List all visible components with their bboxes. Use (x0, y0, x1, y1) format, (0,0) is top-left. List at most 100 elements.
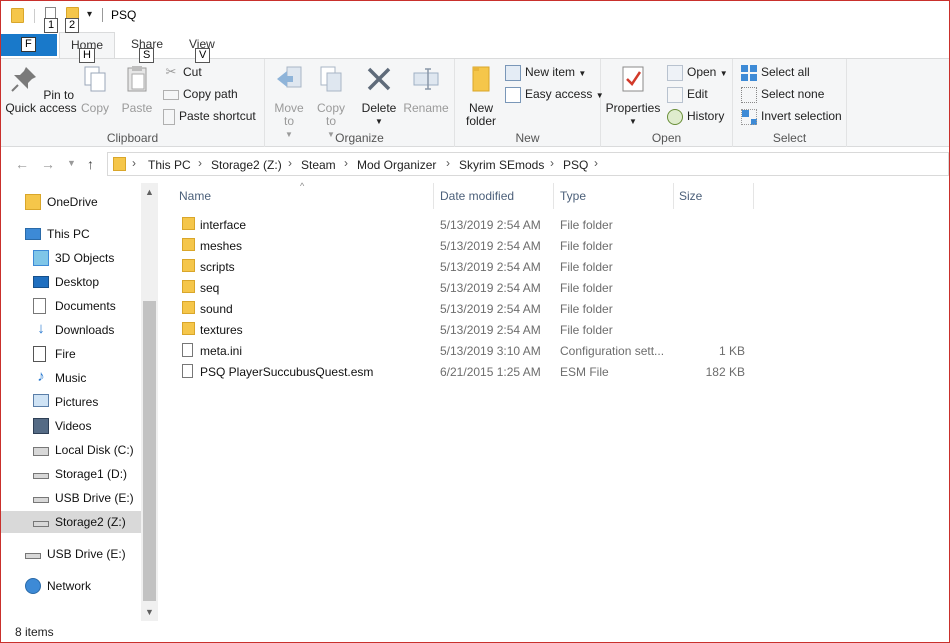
sort-up-icon: ^ (300, 181, 305, 191)
open-button[interactable]: Open ▼ (667, 65, 728, 81)
cut-label: Cut (183, 65, 202, 80)
videos-icon (33, 418, 49, 434)
table-row[interactable]: interface 5/13/2019 2:54 AM File folder (161, 214, 761, 235)
crumb-psq[interactable]: PSQ (563, 158, 588, 172)
chevron-down-icon: ▼ (629, 117, 637, 126)
open-label: Open (687, 65, 717, 80)
cell-date: 5/13/2019 2:54 AM (440, 260, 541, 274)
nav-item[interactable]: Storage2 (Z:) (1, 511, 141, 533)
chevron-down-icon[interactable]: ▼ (67, 158, 76, 168)
edit-button[interactable]: Edit (667, 87, 708, 103)
table-row[interactable]: PSQ PlayerSuccubusQuest.esm 6/21/2015 1:2… (161, 361, 761, 382)
folder-icon (182, 301, 195, 314)
fire-icon (33, 346, 46, 362)
up-arrow-icon[interactable]: ↑ (87, 156, 94, 172)
open-group-label: Open (651, 131, 682, 145)
cut-button[interactable]: ✂ Cut (163, 65, 202, 81)
copy-to-button[interactable]: Copy to ▼ (313, 63, 349, 141)
back-arrow-icon[interactable]: ← (15, 156, 29, 172)
crumb-steam[interactable]: Steam (301, 158, 336, 172)
divider (102, 8, 103, 22)
column-divider[interactable] (673, 183, 674, 209)
nav-item-label: Downloads (55, 323, 115, 337)
forward-arrow-icon[interactable]: → (41, 156, 55, 172)
cell-date: 5/13/2019 2:54 AM (440, 302, 541, 316)
scroll-up-icon[interactable]: ▲ (145, 187, 154, 197)
chevron-right-icon[interactable]: › (132, 156, 136, 170)
copy-path-icon (163, 89, 179, 100)
new-item-button[interactable]: New item ▼ (505, 65, 586, 81)
cell-name: scripts (200, 260, 235, 274)
rename-button[interactable]: Rename (401, 63, 451, 115)
copy-path-label: Copy path (183, 87, 238, 101)
paste-shortcut-label: Paste shortcut (179, 109, 256, 124)
properties-label: Properties (605, 101, 661, 115)
chevron-right-icon[interactable]: › (446, 156, 450, 170)
folder-icon (182, 238, 195, 251)
column-divider[interactable] (433, 183, 434, 209)
folder-icon (11, 8, 24, 23)
copy-path-button[interactable]: Copy path (163, 87, 238, 101)
table-row[interactable]: seq 5/13/2019 2:54 AM File folder (161, 277, 761, 298)
history-button[interactable]: History (667, 109, 724, 125)
nav-item-label: Desktop (55, 275, 100, 289)
select-all-button[interactable]: Select all (741, 65, 810, 81)
breadcrumb[interactable]: › This PC › Storage2 (Z:) › Steam › Mod … (107, 152, 949, 176)
copy-button[interactable]: Copy (77, 63, 113, 115)
cell-date: 5/13/2019 2:54 AM (440, 239, 541, 253)
computer-icon (25, 228, 41, 240)
scroll-down-icon[interactable]: ▼ (145, 607, 154, 617)
crumb-storage2[interactable]: Storage2 (Z:) (211, 158, 282, 172)
properties-button[interactable]: Properties ▼ (605, 63, 661, 128)
music-icon: ♪ (37, 368, 45, 385)
open-icon (667, 65, 683, 81)
delete-button[interactable]: Delete ▼ (359, 63, 399, 128)
keytip-1: 1 (44, 18, 59, 33)
chevron-down-icon: ▼ (375, 117, 383, 126)
table-row[interactable]: textures 5/13/2019 2:54 AM File folder (161, 319, 761, 340)
easy-access-button[interactable]: Easy access ▼ (505, 87, 604, 103)
chevron-down-icon: ▼ (719, 69, 728, 79)
chevron-right-icon[interactable]: › (550, 156, 554, 170)
cell-type: Configuration sett... (560, 344, 665, 358)
delete-icon (367, 67, 391, 91)
column-type[interactable]: Type (560, 189, 586, 203)
cell-name: seq (200, 281, 220, 295)
column-size[interactable]: Size (679, 189, 702, 203)
invert-selection-label: Invert selection (761, 109, 842, 124)
edit-label: Edit (687, 87, 708, 102)
chevron-right-icon[interactable]: › (344, 156, 348, 170)
chevron-right-icon[interactable]: › (594, 156, 598, 170)
table-row[interactable]: sound 5/13/2019 2:54 AM File folder (161, 298, 761, 319)
scrollbar-thumb[interactable] (143, 301, 156, 601)
column-date[interactable]: Date modified (440, 189, 514, 203)
column-divider[interactable] (553, 183, 554, 209)
nav-scrollbar[interactable]: ▲ ▼ (141, 183, 158, 621)
cube-icon (33, 250, 49, 266)
select-none-button[interactable]: Select none (741, 87, 824, 103)
paste-button[interactable]: Paste (117, 63, 157, 115)
new-folder-button[interactable]: New folder (461, 63, 501, 128)
crumb-this-pc[interactable]: This PC (148, 158, 191, 172)
crumb-mod-organizer[interactable]: Mod Organizer (357, 158, 436, 172)
folder-icon (182, 217, 195, 230)
cell-date: 5/13/2019 3:10 AM (440, 344, 541, 358)
chevron-right-icon[interactable]: › (198, 156, 202, 170)
invert-selection-button[interactable]: Invert selection (741, 109, 842, 125)
chevron-right-icon[interactable]: › (288, 156, 292, 170)
tab-file[interactable]: F (1, 34, 57, 56)
status-bar: 8 items (1, 621, 949, 642)
nav-item-label: Local Disk (C:) (55, 443, 134, 457)
table-row[interactable]: meshes 5/13/2019 2:54 AM File folder (161, 235, 761, 256)
paste-shortcut-button[interactable]: Paste shortcut (163, 109, 256, 125)
table-row[interactable]: scripts 5/13/2019 2:54 AM File folder (161, 256, 761, 277)
cell-name: textures (200, 323, 243, 337)
pin-to-quick-access-button[interactable]: Pin to Quick access (5, 63, 77, 115)
chevron-down-icon[interactable]: ▾ (87, 9, 92, 20)
crumb-skyrim-semods[interactable]: Skyrim SEmods (459, 158, 544, 172)
column-name[interactable]: Name (179, 189, 211, 203)
table-row[interactable]: meta.ini 5/13/2019 3:10 AM Configuration s… (161, 340, 761, 361)
move-to-button[interactable]: Move to ▼ (271, 63, 307, 141)
address-bar: ← → ▼ ↑ › This PC › Storage2 (Z:) › Stea… (1, 147, 949, 183)
column-divider[interactable] (753, 183, 754, 209)
